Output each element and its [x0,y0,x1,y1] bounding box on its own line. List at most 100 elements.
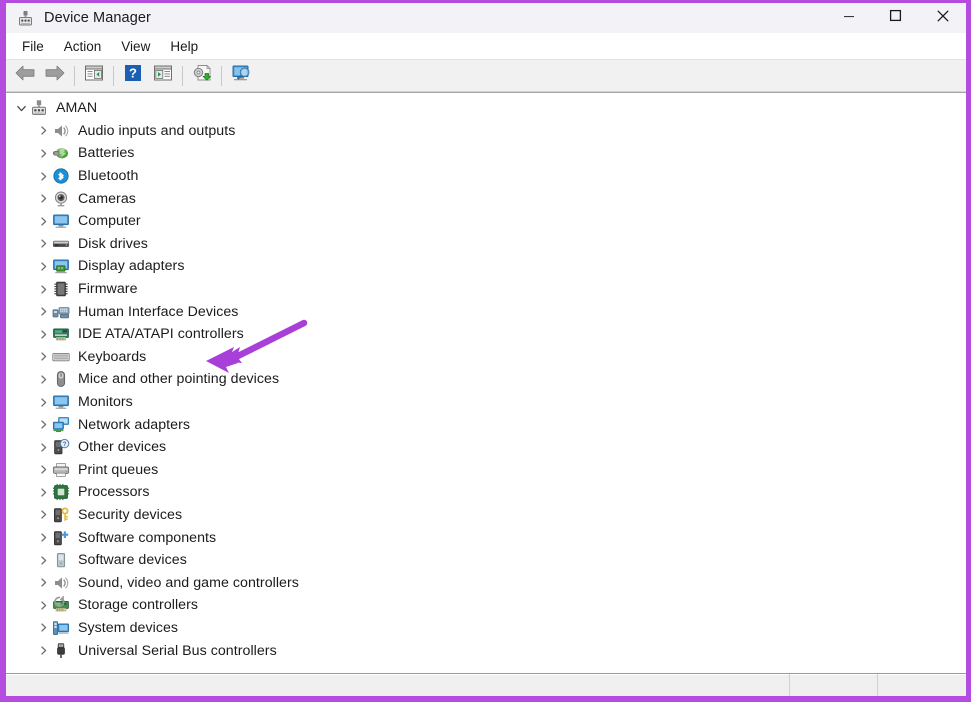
chevron-right-icon[interactable] [34,393,52,411]
chevron-right-icon[interactable] [34,370,52,388]
monitor-icon [52,393,70,411]
bluetooth-icon [52,167,70,185]
chevron-right-icon[interactable] [34,416,52,434]
scan-monitor-icon [231,64,252,87]
device-manager-window: Device Manager File Action View Help ? A… [0,0,971,702]
help-button[interactable]: ? [118,62,148,90]
tree-item-monitors[interactable]: Monitors [6,391,966,414]
properties-window-icon [153,64,173,87]
tree-item-system-devices[interactable]: System devices [6,617,966,640]
tree-item-universal-serial-bus-controllers[interactable]: Universal Serial Bus controllers [6,639,966,662]
menu-item-file[interactable]: File [12,36,54,57]
chevron-right-icon[interactable] [34,483,52,501]
right-arrow-icon [44,64,66,87]
chevron-right-icon[interactable] [34,438,52,456]
tree-item-mice-and-other-pointing-devices[interactable]: Mice and other pointing devices [6,368,966,391]
tree-item-label: Print queues [78,461,159,478]
chevron-right-icon[interactable] [34,303,52,321]
software-component-icon [52,529,70,547]
tree-item-label: Universal Serial Bus controllers [78,642,277,659]
tree-item-label: IDE ATA/ATAPI controllers [78,326,244,343]
tree-item-network-adapters[interactable]: Network adapters [6,413,966,436]
update-driver-icon [192,64,212,87]
status-text-message [6,674,789,680]
toolbar: ? [6,59,966,92]
chevron-down-icon[interactable] [12,99,30,117]
chevron-right-icon[interactable] [34,596,52,614]
chevron-right-icon[interactable] [34,348,52,366]
maximize-button[interactable] [872,3,919,33]
tree-item-label: Network adapters [78,416,190,433]
disk-drive-icon [52,235,70,253]
menu-item-view[interactable]: View [111,36,160,57]
tree-item-label: Processors [78,484,150,501]
chevron-right-icon[interactable] [34,144,52,162]
close-button[interactable] [919,3,966,33]
chevron-right-icon[interactable] [34,619,52,637]
tree-item-label: Monitors [78,394,133,411]
show-hide-console-tree-button[interactable] [79,62,109,90]
tree-item-audio-inputs-and-outputs[interactable]: Audio inputs and outputs [6,120,966,143]
tree-item-label: Human Interface Devices [78,303,239,320]
tree-item-software-components[interactable]: Software components [6,526,966,549]
tree-item-label: Software devices [78,552,187,569]
tree-item-other-devices[interactable]: ? Other devices [6,436,966,459]
menu-item-help[interactable]: Help [160,36,208,57]
keyboard-icon [52,348,70,366]
tree-item-print-queues[interactable]: Print queues [6,459,966,482]
scan-hardware-changes-button[interactable] [226,62,256,90]
status-pane-message [6,674,790,696]
chevron-right-icon[interactable] [34,574,52,592]
minimize-button[interactable] [825,3,872,33]
chevron-right-icon[interactable] [34,190,52,208]
battery-icon [52,144,70,162]
chevron-right-icon[interactable] [34,506,52,524]
close-icon [936,9,950,28]
tree-item-sound-video-and-game-controllers[interactable]: Sound, video and game controllers [6,571,966,594]
tree-item-cameras[interactable]: Cameras [6,187,966,210]
printer-icon [52,461,70,479]
ide-controller-icon [52,325,70,343]
chevron-right-icon[interactable] [34,325,52,343]
tree-item-human-interface-devices[interactable]: Human Interface Devices [6,300,966,323]
tree-item-ide-ata-atapi-controllers[interactable]: IDE ATA/ATAPI controllers [6,323,966,346]
other-device-question-icon: ? [52,438,70,456]
tree-item-bluetooth[interactable]: Bluetooth [6,165,966,188]
chevron-right-icon[interactable] [34,235,52,253]
chevron-right-icon[interactable] [34,529,52,547]
maximize-icon [889,9,902,27]
back-button[interactable] [10,62,40,90]
update-driver-button[interactable] [187,62,217,90]
status-text-tertiary [878,674,966,680]
display-adapter-icon [52,257,70,275]
tree-item-computer[interactable]: Computer [6,210,966,233]
chevron-right-icon[interactable] [34,551,52,569]
tree-item-disk-drives[interactable]: Disk drives [6,233,966,256]
tree-item-security-devices[interactable]: Security devices [6,504,966,527]
device-tree[interactable]: AMAN Audio inputs and outputs Batteries … [6,93,966,673]
chevron-right-icon[interactable] [34,122,52,140]
storage-controller-icon [52,595,70,614]
tree-item-processors[interactable]: Processors [6,481,966,504]
tree-item-batteries[interactable]: Batteries [6,142,966,165]
status-bar [6,673,966,696]
chevron-right-icon[interactable] [34,280,52,298]
tree-root-node[interactable]: AMAN [6,97,966,120]
chevron-right-icon[interactable] [34,212,52,230]
network-adapter-icon [52,416,70,434]
window-controls [825,3,966,33]
tree-item-software-devices[interactable]: Software devices [6,549,966,572]
tree-item-label: Security devices [78,506,183,523]
left-arrow-icon [14,64,36,87]
chevron-right-icon[interactable] [34,642,52,660]
chevron-right-icon[interactable] [34,167,52,185]
menu-item-action[interactable]: Action [54,36,112,57]
tree-item-keyboards[interactable]: Keyboards [6,346,966,369]
tree-item-display-adapters[interactable]: Display adapters [6,255,966,278]
chevron-right-icon[interactable] [34,461,52,479]
tree-item-firmware[interactable]: Firmware [6,278,966,301]
chevron-right-icon[interactable] [34,257,52,275]
tree-item-storage-controllers[interactable]: Storage controllers [6,594,966,617]
forward-button[interactable] [40,62,70,90]
properties-button[interactable] [148,62,178,90]
